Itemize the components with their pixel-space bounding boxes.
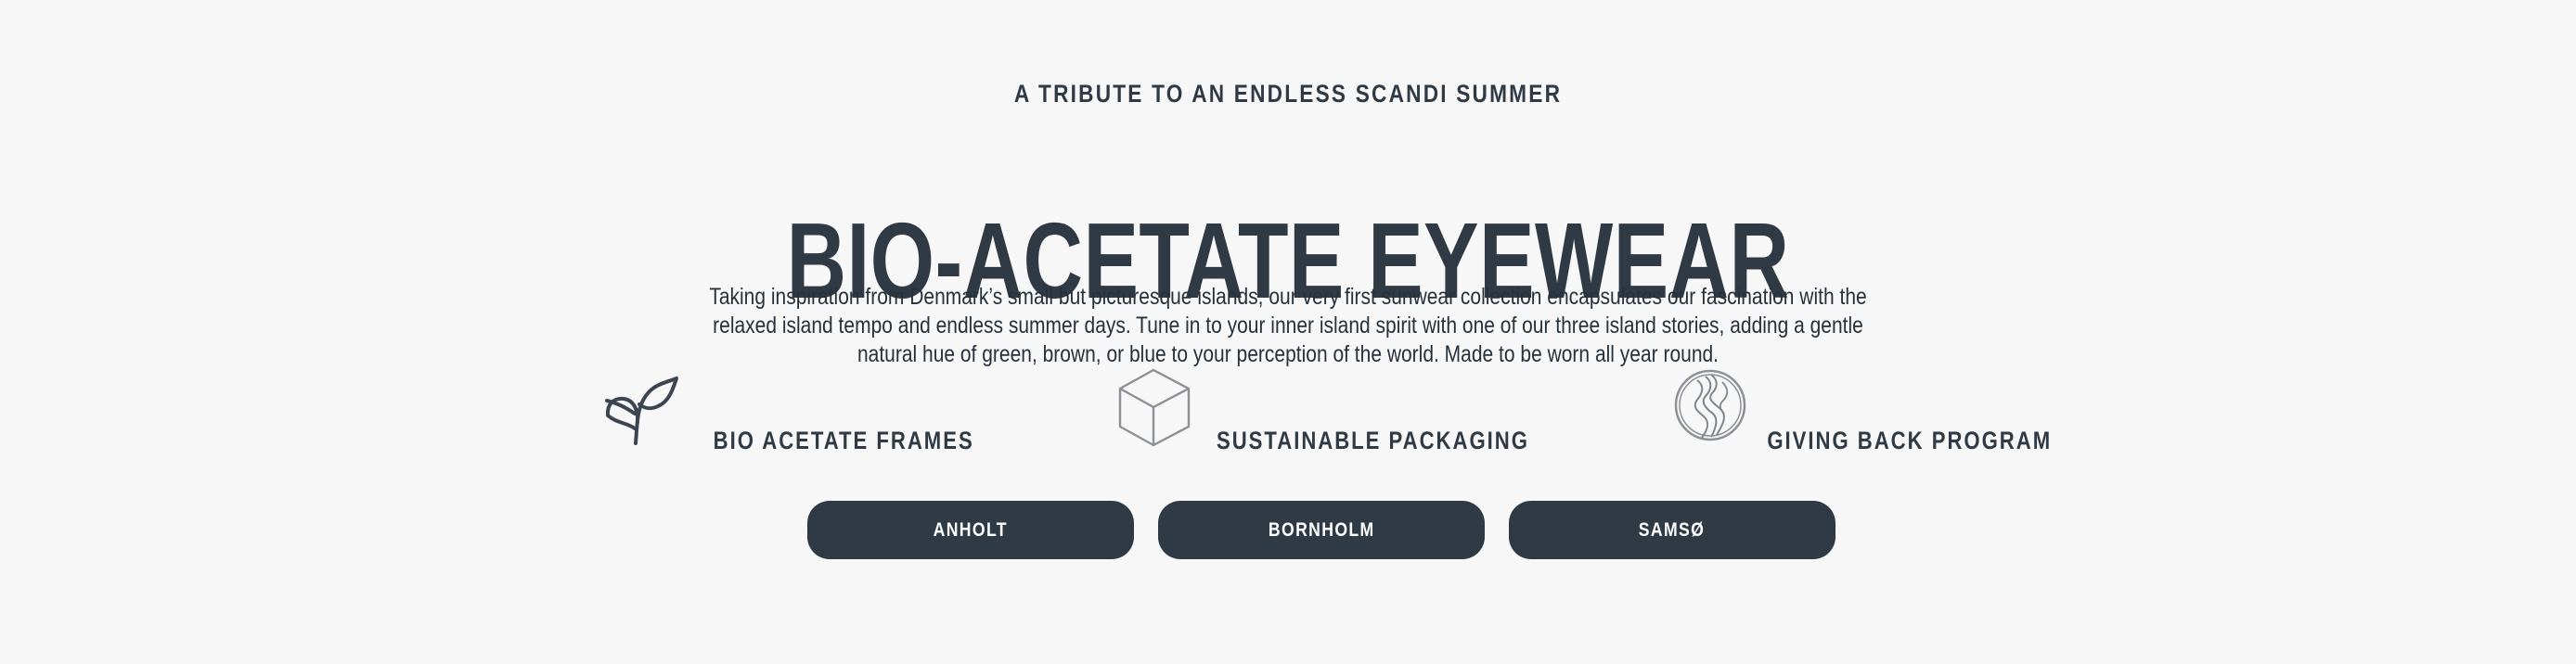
button-label: SAMSØ (1639, 519, 1706, 541)
feature-label: GIVING BACK PROGRAM (1767, 427, 2052, 454)
samso-button[interactable]: SAMSØ (1509, 501, 1835, 559)
box-icon (1116, 365, 1200, 449)
button-label: BORNHOLM (1268, 519, 1375, 541)
feature-label: BIO ACETATE FRAMES (713, 427, 974, 454)
bio-acetate-hero-section: A TRIBUTE TO AN ENDLESS SCANDI SUMMER BI… (0, 0, 2576, 664)
bornholm-button[interactable]: BORNHOLM (1158, 501, 1485, 559)
sprout-icon (601, 365, 685, 449)
feature-label: SUSTAINABLE PACKAGING (1217, 427, 1529, 454)
hero-description: Taking inspiration from Denmark’s small … (709, 284, 1867, 367)
feature-sustainable-packaging: SUSTAINABLE PACKAGING (1116, 365, 1529, 458)
feature-bio-acetate-frames: BIO ACETATE FRAMES (601, 365, 974, 458)
globe-icon (1671, 365, 1755, 449)
island-collection-buttons: ANHOLT BORNHOLM SAMSØ (0, 501, 2576, 560)
hero-eyebrow: A TRIBUTE TO AN ENDLESS SCANDI SUMMER (1013, 80, 1563, 108)
feature-giving-back-program: GIVING BACK PROGRAM (1671, 365, 2052, 458)
button-label: ANHOLT (933, 519, 1009, 541)
anholt-button[interactable]: ANHOLT (807, 501, 1134, 559)
